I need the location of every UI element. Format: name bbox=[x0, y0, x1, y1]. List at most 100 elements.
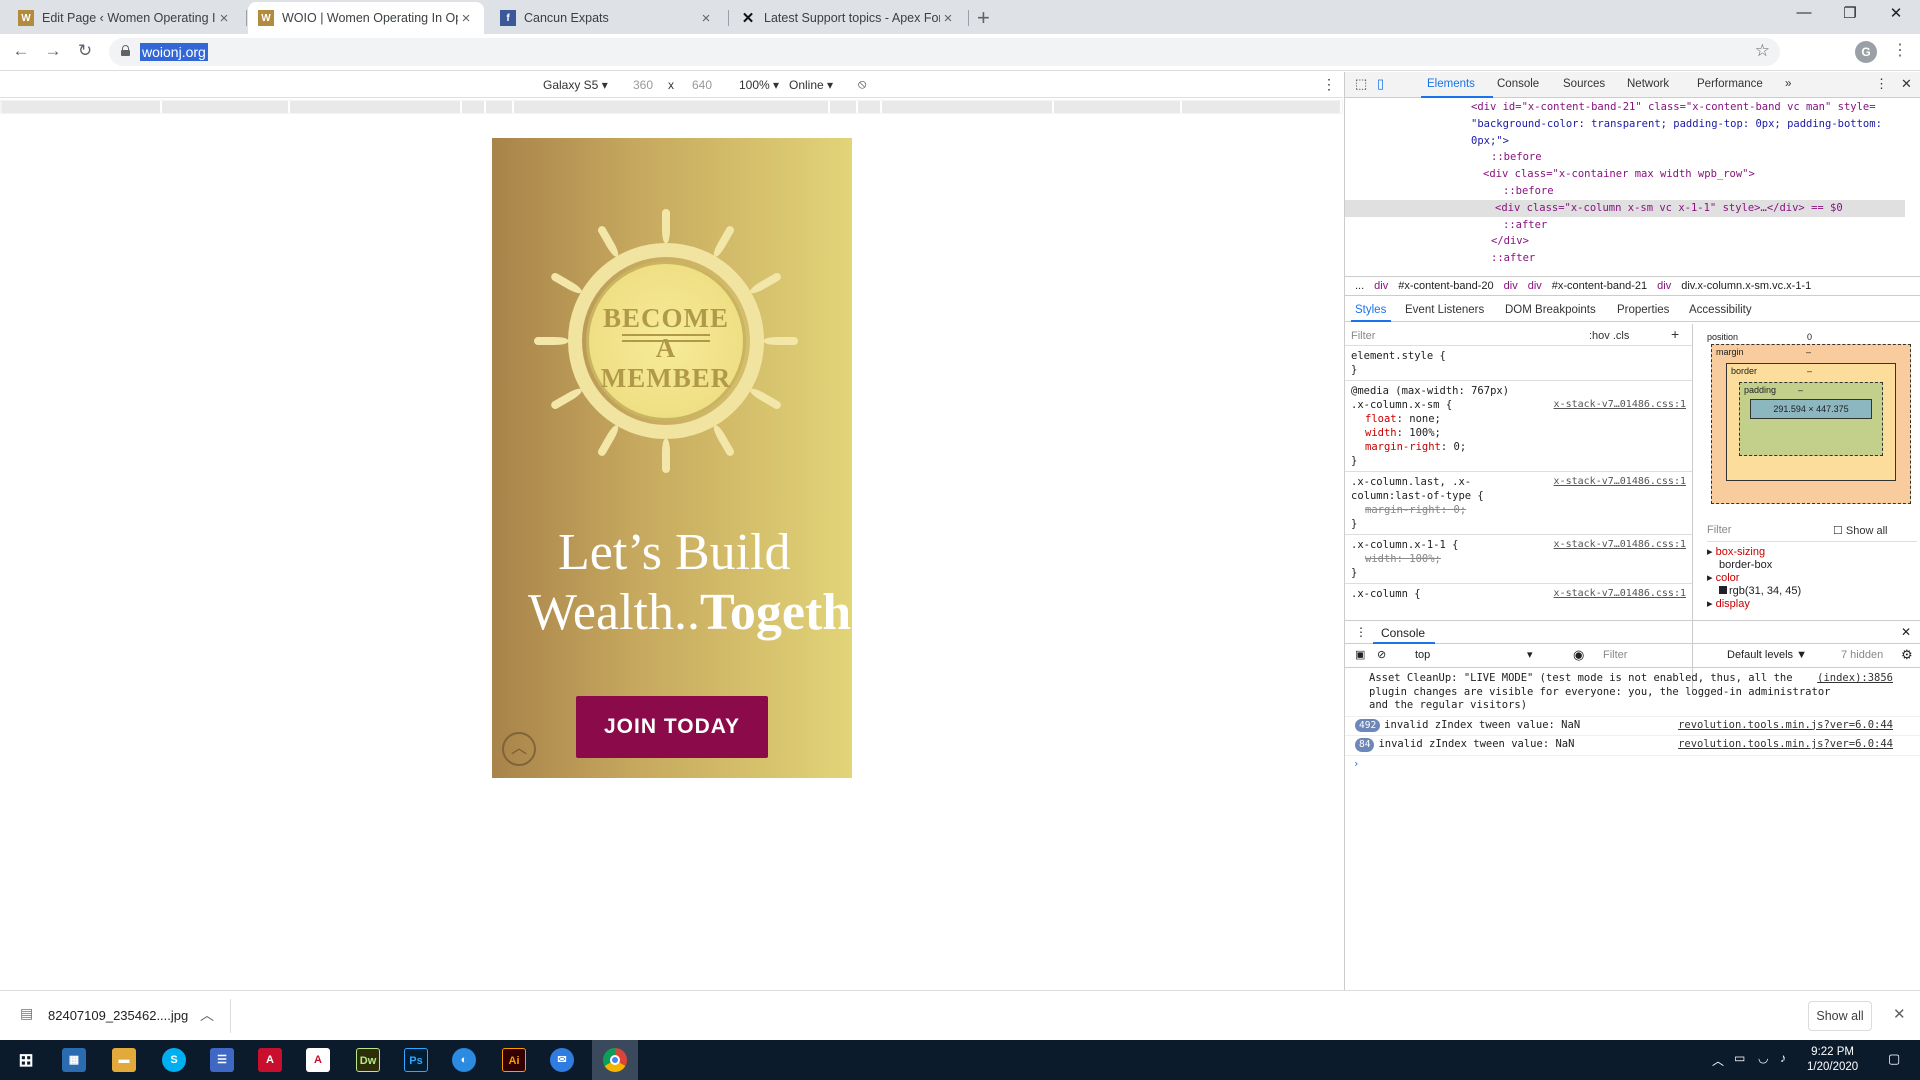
url-text[interactable]: woionj.org bbox=[140, 43, 208, 61]
tab-edit-page[interactable]: W Edit Page ‹ Women Operating In × bbox=[8, 2, 242, 34]
close-icon[interactable]: × bbox=[216, 10, 232, 27]
mail-icon[interactable]: ✉ bbox=[550, 1048, 574, 1072]
close-shelf-icon[interactable]: ✕ bbox=[1893, 1005, 1906, 1023]
network-icon[interactable]: ◡ bbox=[1758, 1051, 1768, 1065]
tab-elements[interactable]: Elements bbox=[1427, 78, 1475, 90]
console-message[interactable]: 84 invalid zIndex tween value: NaN revolu… bbox=[1345, 736, 1920, 756]
download-filename[interactable]: 82407109_235462....jpg bbox=[48, 1008, 188, 1023]
illustrator-icon[interactable]: Ai bbox=[502, 1048, 526, 1072]
breadcrumb-item[interactable]: div bbox=[1504, 280, 1518, 292]
live-expression-eye-icon[interactable]: ◉ bbox=[1573, 647, 1584, 663]
inspect-icon[interactable]: ⬚ bbox=[1355, 76, 1367, 92]
log-levels-select[interactable]: Default levels ▼ bbox=[1727, 649, 1807, 661]
media-query-segment[interactable] bbox=[882, 101, 1054, 113]
minimize-icon[interactable]: — bbox=[1784, 4, 1824, 21]
box-margin[interactable]: margin – border – padding – 291.594 × 44… bbox=[1711, 344, 1911, 504]
show-all-downloads-button[interactable]: Show all bbox=[1808, 1001, 1872, 1031]
chevron-up-icon[interactable]: ︿ bbox=[200, 1005, 214, 1025]
media-query-segment[interactable] bbox=[830, 101, 858, 113]
join-today-button[interactable]: JOIN TODAY bbox=[576, 696, 768, 758]
windows-start-icon[interactable]: ⊞ bbox=[14, 1048, 38, 1072]
console-filter-input[interactable]: Filter bbox=[1603, 649, 1627, 661]
dom-pseudo[interactable]: ::after bbox=[1345, 217, 1905, 234]
dom-pseudo[interactable]: ::after bbox=[1345, 250, 1905, 267]
message-source-link[interactable]: revolution.tools.min.js?ver=6.0:44 bbox=[1678, 738, 1893, 752]
console-message[interactable]: Asset CleanUp: "LIVE MODE" (test mode is… bbox=[1345, 670, 1920, 717]
close-icon[interactable]: × bbox=[698, 10, 714, 27]
dom-node[interactable]: "background-color: transparent; padding-… bbox=[1345, 116, 1905, 133]
dom-pseudo[interactable]: ::before bbox=[1345, 149, 1905, 166]
chrome-menu-icon[interactable]: ⋮ bbox=[1892, 40, 1908, 60]
media-query-segment[interactable] bbox=[462, 101, 486, 113]
dom-node[interactable]: <div id="x-content-band-21" class="x-con… bbox=[1345, 99, 1905, 116]
breadcrumb-item[interactable]: div bbox=[1374, 280, 1388, 292]
media-query-segment[interactable] bbox=[1182, 101, 1342, 113]
bookmark-star-icon[interactable]: ☆ bbox=[1755, 41, 1770, 61]
dom-node[interactable]: </div> bbox=[1345, 233, 1905, 250]
tab-woio[interactable]: W WOIO | Women Operating In Op × bbox=[248, 2, 484, 34]
media-query-segment[interactable] bbox=[486, 101, 514, 113]
zoom-select[interactable]: 100% ▾ bbox=[739, 78, 779, 92]
tray-chevron-up-icon[interactable]: ︿ bbox=[1712, 1052, 1724, 1069]
action-center-icon[interactable]: ▢ bbox=[1888, 1051, 1900, 1067]
context-dropdown-icon[interactable]: ▾ bbox=[1527, 648, 1533, 661]
photoshop-icon[interactable]: Ps bbox=[404, 1048, 428, 1072]
window-close-icon[interactable]: ✕ bbox=[1876, 4, 1916, 22]
forward-icon[interactable]: → bbox=[42, 41, 64, 61]
tab-apex-forum[interactable]: ✕ Latest Support topics - Apex For × bbox=[730, 2, 966, 34]
device-width[interactable]: 360 bbox=[633, 78, 653, 92]
battery-icon[interactable]: ▭ bbox=[1734, 1051, 1745, 1065]
device-height[interactable]: 640 bbox=[692, 78, 712, 92]
box-content-size[interactable]: 291.594 × 447.375 bbox=[1750, 399, 1872, 419]
more-tabs-icon[interactable]: » bbox=[1785, 78, 1791, 90]
dom-node[interactable]: 0px;"> bbox=[1345, 133, 1905, 150]
volume-icon[interactable]: ♪ bbox=[1780, 1051, 1786, 1065]
drawer-menu-icon[interactable]: ⋮ bbox=[1355, 625, 1367, 639]
message-source-link[interactable]: (index):3856 bbox=[1817, 672, 1893, 686]
breadcrumb-item[interactable]: div.x-column.x-sm.vc.x-1-1 bbox=[1681, 280, 1811, 292]
system-clock[interactable]: 9:22 PM 1/20/2020 bbox=[1807, 1045, 1858, 1075]
show-all-checkbox[interactable]: ☐ Show all bbox=[1833, 524, 1888, 537]
dom-tree[interactable]: <div id="x-content-band-21" class="x-con… bbox=[1345, 99, 1905, 271]
css-rule[interactable]: .x-column { x-stack-v7…01486.css:1 bbox=[1345, 584, 1692, 604]
dom-pseudo[interactable]: ::before bbox=[1345, 183, 1905, 200]
close-icon[interactable]: × bbox=[940, 10, 956, 27]
css-source-link[interactable]: x-stack-v7…01486.css:1 bbox=[1554, 475, 1686, 489]
restore-icon[interactable]: ❐ bbox=[1830, 4, 1870, 22]
css-rule[interactable]: .x-column.x-1-1 { x-stack-v7…01486.css:1… bbox=[1345, 535, 1692, 584]
breadcrumb-item[interactable]: #x-content-band-21 bbox=[1552, 280, 1647, 292]
computed-property[interactable]: ▸ box-sizing bbox=[1707, 546, 1917, 559]
devtools-close-icon[interactable]: ✕ bbox=[1901, 76, 1912, 92]
breadcrumb-item[interactable]: #x-content-band-20 bbox=[1398, 280, 1493, 292]
console-drawer-tab[interactable]: Console bbox=[1381, 626, 1425, 640]
app-icon[interactable]: ◐ bbox=[452, 1048, 476, 1072]
message-source-link[interactable]: revolution.tools.min.js?ver=6.0:44 bbox=[1678, 719, 1893, 733]
reload-icon[interactable]: ↻ bbox=[74, 41, 96, 61]
css-rule[interactable]: .x-column.last, .x- column:last-of-type … bbox=[1345, 472, 1692, 535]
tab-cancun-expats[interactable]: f Cancun Expats × bbox=[490, 2, 724, 34]
media-query-segment[interactable] bbox=[162, 101, 290, 113]
media-query-segment[interactable] bbox=[1054, 101, 1182, 113]
scroll-to-top-icon[interactable]: ︿ bbox=[502, 732, 536, 766]
media-query-bar[interactable] bbox=[0, 100, 1343, 114]
skype-icon[interactable]: S bbox=[162, 1048, 186, 1072]
computed-filter-input[interactable]: Filter ☐ Show all bbox=[1707, 520, 1917, 542]
membership-emblem[interactable]: BECOME A MEMBER bbox=[528, 203, 804, 479]
tab-network[interactable]: Network bbox=[1627, 78, 1669, 90]
dom-node[interactable]: <div class="x-container max width wpb_ro… bbox=[1345, 166, 1905, 183]
css-source-link[interactable]: x-stack-v7…01486.css:1 bbox=[1554, 398, 1686, 412]
devtools-menu-icon[interactable]: ⋮ bbox=[1875, 76, 1888, 92]
drawer-close-icon[interactable]: ✕ bbox=[1901, 625, 1911, 639]
console-settings-gear-icon[interactable]: ⚙ bbox=[1901, 647, 1913, 663]
new-tab-icon[interactable]: + bbox=[977, 5, 990, 31]
task-view-icon[interactable]: ▦ bbox=[62, 1048, 86, 1072]
close-icon[interactable]: × bbox=[458, 10, 474, 27]
box-padding[interactable]: padding – 291.594 × 447.375 bbox=[1739, 382, 1883, 456]
add-rule-icon[interactable]: + bbox=[1671, 327, 1679, 341]
acrobat-icon[interactable]: A bbox=[258, 1048, 282, 1072]
css-property[interactable]: width: 100%; bbox=[1351, 426, 1686, 440]
back-icon[interactable]: ← bbox=[10, 41, 32, 61]
sidebar-toggle-icon[interactable]: ▣ bbox=[1355, 648, 1365, 661]
profile-avatar[interactable]: G bbox=[1855, 41, 1877, 63]
box-border[interactable]: border – padding – 291.594 × 447.375 bbox=[1726, 363, 1896, 481]
